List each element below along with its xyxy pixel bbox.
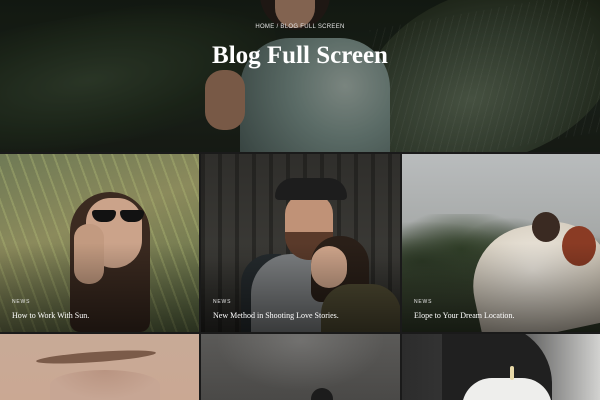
eyelid [50,370,160,400]
card-overlay [402,154,600,332]
blog-card-eye-closeup[interactable] [0,334,199,400]
blog-card-elope-dream-location[interactable]: NEWS Elope to Your Dream Location. [402,154,600,332]
post-title[interactable]: Elope to Your Dream Location. [414,311,514,320]
blog-grid: NEWS How to Work With Sun. NEWS New Meth… [0,154,600,400]
earring [510,366,514,380]
card-light-glow [201,334,400,400]
blog-card-portrait-shadow[interactable] [402,334,600,400]
blog-card-grey[interactable] [201,334,400,400]
blog-card-how-to-work-with-sun[interactable]: NEWS How to Work With Sun. [0,154,199,332]
post-title[interactable]: New Method in Shooting Love Stories. [213,311,339,320]
card-overlay [201,154,400,332]
card-overlay [0,154,199,332]
post-category[interactable]: NEWS [414,299,432,305]
blog-card-new-method-love-stories[interactable]: NEWS New Method in Shooting Love Stories… [201,154,400,332]
page-title: Blog Full Screen [212,42,388,69]
post-title[interactable]: How to Work With Sun. [12,311,89,320]
hero-banner: HOME / BLOG FULL SCREEN Blog Full Screen [0,0,600,152]
post-category[interactable]: NEWS [213,299,231,305]
hero-shade [0,0,600,152]
post-category[interactable]: NEWS [12,299,30,305]
breadcrumb[interactable]: HOME / BLOG FULL SCREEN [0,24,600,30]
